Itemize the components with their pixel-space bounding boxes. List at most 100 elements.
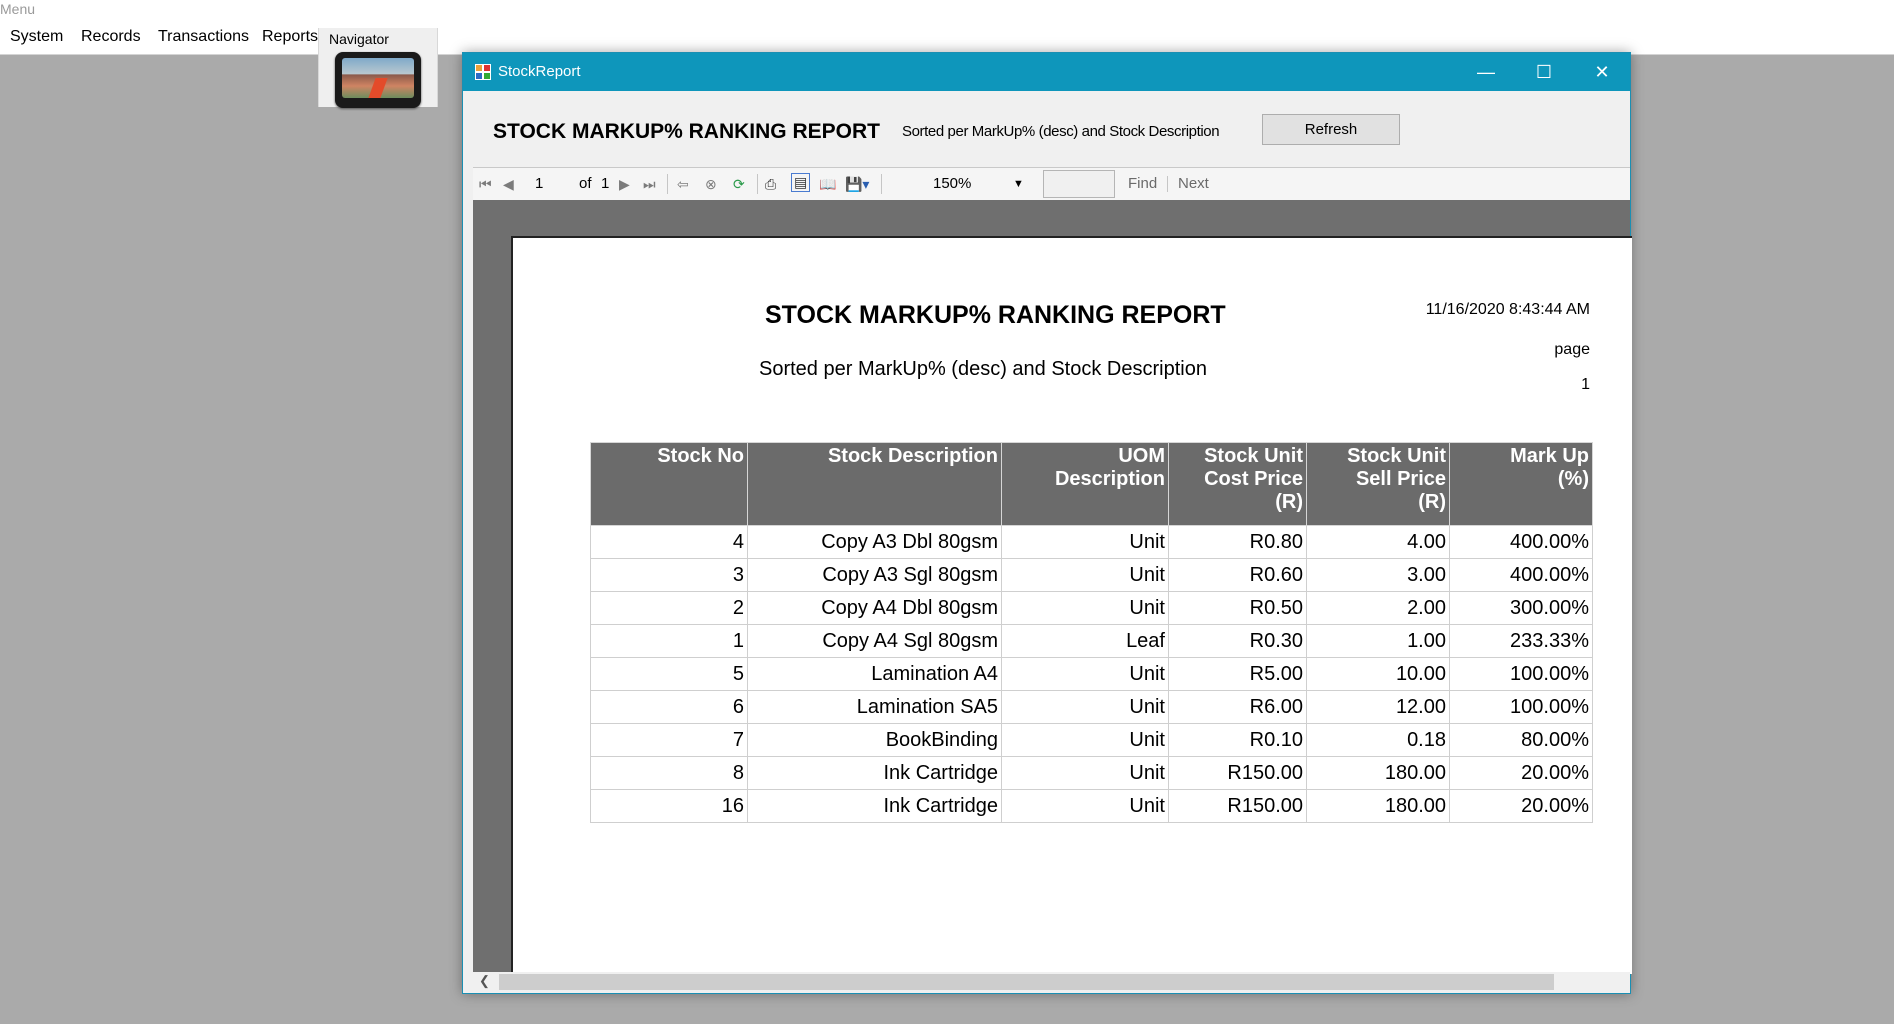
refresh-button[interactable]: Refresh	[1262, 114, 1400, 145]
table-cell: 20.00%	[1449, 789, 1593, 823]
zoom-value: 150%	[933, 175, 972, 192]
table-cell: 100.00%	[1449, 690, 1593, 724]
print-layout-icon[interactable]: ▤	[791, 173, 811, 192]
column-header-line: Sell Price	[1355, 468, 1446, 490]
table-cell: Unit	[1001, 756, 1169, 790]
horizontal-scrollbar[interactable]: ❮	[473, 972, 1630, 992]
stock-report-window: StockReport — ☐ ✕ STOCK MARKUP% RANKING …	[462, 52, 1632, 994]
menu-records[interactable]: Records	[81, 28, 141, 46]
column-header-line: Stock Unit	[1347, 445, 1446, 467]
table-row: 3 Copy A3 Sgl 80gsm Unit R0.60 3.00 400.00%	[590, 558, 1593, 592]
chevron-down-icon: ▼	[1013, 178, 1024, 190]
table-cell: R0.50	[1168, 591, 1307, 625]
scrollbar-thumb[interactable]	[499, 974, 1554, 990]
table-cell: 4.00	[1306, 525, 1450, 559]
next-page-icon[interactable]: ▶	[619, 176, 630, 193]
close-icon: ✕	[1594, 62, 1610, 82]
back-icon[interactable]: ⇦	[677, 176, 689, 193]
column-header: UOM Description	[1001, 442, 1169, 526]
table-cell: Unit	[1001, 789, 1169, 823]
table-row: 1 Copy A4 Sgl 80gsm Leaf R0.30 1.00 233.33%	[590, 624, 1593, 658]
table-cell: 3.00	[1306, 558, 1450, 592]
table-row: 16 Ink Cartridge Unit R150.00 180.00 20.00%	[590, 789, 1593, 823]
find-input[interactable]	[1043, 170, 1115, 198]
find-button[interactable]: Find	[1128, 175, 1157, 192]
table-row: 7 BookBinding Unit R0.10 0.18 80.00%	[590, 723, 1593, 757]
column-header: Mark Up (%)	[1449, 442, 1593, 526]
table-cell: Unit	[1001, 591, 1169, 625]
table-cell: Copy A4 Sgl 80gsm	[747, 624, 1002, 658]
current-page-field[interactable]: 1	[535, 175, 543, 192]
last-page-icon[interactable]: ⏭	[643, 176, 656, 193]
column-header: Stock No	[590, 442, 748, 526]
table-cell: 8	[590, 756, 748, 790]
table-cell: Copy A3 Dbl 80gsm	[747, 525, 1002, 559]
table-cell: 400.00%	[1449, 558, 1593, 592]
table-cell: R5.00	[1168, 657, 1307, 691]
table-cell: 3	[590, 558, 748, 592]
table-cell: 180.00	[1306, 789, 1450, 823]
table-cell: 1	[590, 624, 748, 658]
print-icon[interactable]: ⎙	[765, 176, 776, 193]
stop-icon[interactable]: ⊗	[705, 176, 717, 193]
page-number: 1	[1581, 376, 1590, 393]
next-button[interactable]: Next	[1178, 175, 1209, 192]
export-icon[interactable]: 💾▾	[845, 176, 869, 193]
table-cell: Lamination SA5	[747, 690, 1002, 724]
minimize-button[interactable]: —	[1457, 53, 1515, 91]
report-header-subtitle: Sorted per MarkUp% (desc) and Stock Desc…	[902, 123, 1220, 140]
first-page-icon[interactable]: ⏮	[479, 176, 492, 193]
navigator-menu[interactable]: Navigator	[318, 28, 438, 108]
table-header-row: Stock No Stock Description UOM Description S…	[590, 442, 1593, 526]
total-pages: 1	[601, 175, 610, 192]
navigator-label: Navigator	[329, 31, 389, 47]
report-datetime: 11/16/2020 8:43:44 AM	[1425, 301, 1590, 318]
table-cell: 233.33%	[1449, 624, 1593, 658]
refresh-icon[interactable]: ⟳	[733, 176, 745, 193]
table-cell: BookBinding	[747, 723, 1002, 757]
title-bar[interactable]: StockReport — ☐ ✕	[463, 53, 1630, 91]
column-header: Stock Unit Cost Price (R)	[1168, 442, 1307, 526]
menu-transactions[interactable]: Transactions	[158, 28, 249, 46]
app-window-icon	[475, 64, 491, 80]
table-cell: Unit	[1001, 558, 1169, 592]
report-page: STOCK MARKUP% RANKING REPORT Sorted per …	[511, 236, 1632, 974]
column-header: Stock Description	[747, 442, 1002, 526]
table-cell: 10.00	[1306, 657, 1450, 691]
table-cell: 400.00%	[1449, 525, 1593, 559]
table-cell: Copy A3 Sgl 80gsm	[747, 558, 1002, 592]
maximize-button[interactable]: ☐	[1515, 53, 1573, 91]
table-cell: R0.30	[1168, 624, 1307, 658]
scroll-left-icon[interactable]: ❮	[479, 973, 490, 989]
menu-reports[interactable]: Reports	[262, 28, 318, 46]
column-header-line: Stock No	[657, 445, 744, 467]
table-row: 4 Copy A3 Dbl 80gsm Unit R0.80 4.00 400.00%	[590, 525, 1593, 559]
page-title: STOCK MARKUP% RANKING REPORT	[765, 301, 1226, 329]
table-cell: 300.00%	[1449, 591, 1593, 625]
table-cell: 4	[590, 525, 748, 559]
table-cell: 6	[590, 690, 748, 724]
table-cell: R0.60	[1168, 558, 1307, 592]
maximize-icon: ☐	[1535, 62, 1553, 82]
table-cell: 180.00	[1306, 756, 1450, 790]
table-row: 8 Ink Cartridge Unit R150.00 180.00 20.00%	[590, 756, 1593, 790]
column-header-line: Mark Up	[1510, 445, 1589, 467]
table-cell: 1.00	[1306, 624, 1450, 658]
close-button[interactable]: ✕	[1573, 53, 1631, 91]
report-viewer-toolbar: ⏮ ◀ 1 of 1 ▶ ⏭ ⇦ ⊗ ⟳ ⎙ ▤ 📖 💾▾ 150% ▼ Find…	[473, 167, 1630, 201]
page-setup-icon[interactable]: 📖	[819, 176, 836, 193]
table-cell: Copy A4 Dbl 80gsm	[747, 591, 1002, 625]
column-header-line: (R)	[1418, 491, 1446, 513]
gps-navigator-icon[interactable]	[335, 52, 421, 108]
zoom-select[interactable]: 150% ▼	[913, 172, 1031, 196]
table-cell: 2	[590, 591, 748, 625]
menu-system[interactable]: System	[10, 28, 63, 46]
table-cell: R150.00	[1168, 789, 1307, 823]
of-label: of	[579, 175, 592, 192]
previous-page-icon[interactable]: ◀	[503, 176, 514, 193]
table-cell: Ink Cartridge	[747, 789, 1002, 823]
column-header: Stock Unit Sell Price (R)	[1306, 442, 1450, 526]
page-subtitle: Sorted per MarkUp% (desc) and Stock Desc…	[759, 358, 1207, 380]
report-canvas[interactable]: STOCK MARKUP% RANKING REPORT Sorted per …	[473, 200, 1632, 974]
table-row: 5 Lamination A4 Unit R5.00 10.00 100.00%	[590, 657, 1593, 691]
